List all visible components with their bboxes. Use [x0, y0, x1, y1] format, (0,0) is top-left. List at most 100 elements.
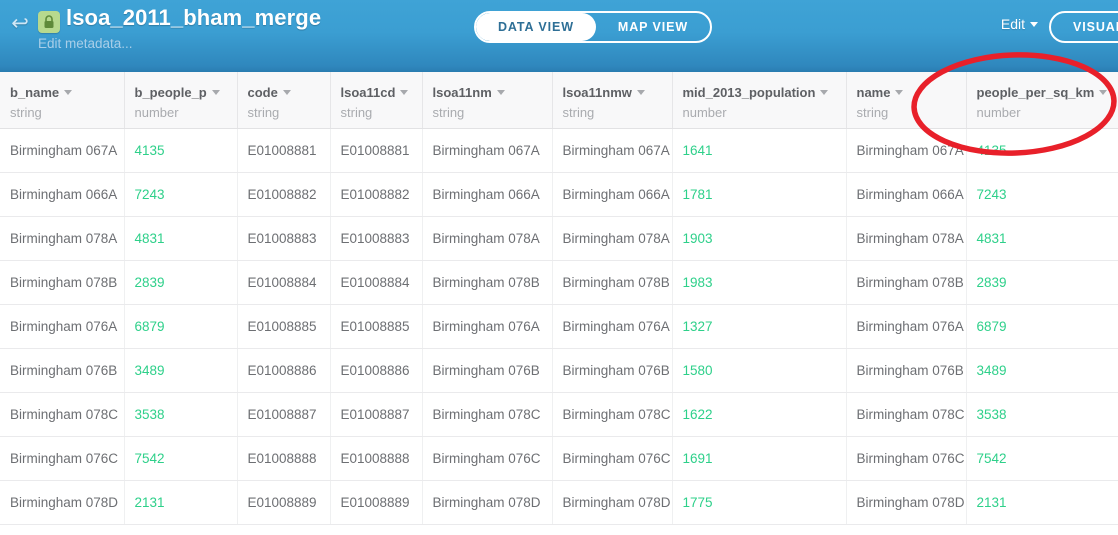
- cell-people_per_sq_km[interactable]: 4135: [966, 128, 1118, 173]
- cell-lsoa11nm[interactable]: Birmingham 078A: [422, 216, 553, 261]
- cell-b_people_p[interactable]: 7243: [124, 172, 238, 217]
- table-row[interactable]: Birmingham 078A 4831 E01008883 E01008883 Bir…: [0, 216, 1118, 261]
- cell-lsoa11nmw[interactable]: Birmingham 076A: [552, 304, 673, 349]
- cell-name[interactable]: Birmingham 067A: [846, 128, 967, 173]
- cell-b_name[interactable]: Birmingham 067A: [0, 128, 125, 173]
- cell-lsoa11cd[interactable]: E01008881: [330, 128, 423, 173]
- cell-lsoa11cd[interactable]: E01008883: [330, 216, 423, 261]
- cell-people_per_sq_km[interactable]: 7542: [966, 436, 1118, 481]
- cell-people_per_sq_km[interactable]: 2839: [966, 260, 1118, 305]
- cell-mid_2013_population[interactable]: 1327: [672, 304, 847, 349]
- cell-lsoa11cd[interactable]: E01008884: [330, 260, 423, 305]
- column-header-lsoa11cd[interactable]: lsoa11cd string: [330, 72, 423, 129]
- cell-b_name[interactable]: Birmingham 076C: [0, 436, 125, 481]
- tab-map-view[interactable]: MAP VIEW: [596, 13, 710, 41]
- cell-b_name[interactable]: Birmingham 066A: [0, 172, 125, 217]
- table-row[interactable]: Birmingham 076A 6879 E01008885 E01008885 Bir…: [0, 304, 1118, 349]
- cell-code[interactable]: E01008881: [237, 128, 331, 173]
- cell-lsoa11nm[interactable]: Birmingham 078D: [422, 480, 553, 525]
- table-row[interactable]: Birmingham 076B 3489 E01008886 E01008886 Bir…: [0, 348, 1118, 393]
- cell-name[interactable]: Birmingham 076B: [846, 348, 967, 393]
- column-header-b_name[interactable]: b_name string: [0, 72, 125, 129]
- table-row[interactable]: Birmingham 067A 4135 E01008881 E01008881 Bir…: [0, 128, 1118, 173]
- cell-lsoa11nm[interactable]: Birmingham 078B: [422, 260, 553, 305]
- cell-mid_2013_population[interactable]: 1775: [672, 480, 847, 525]
- chevron-down-icon[interactable]: [636, 90, 645, 95]
- cell-b_people_p[interactable]: 4135: [124, 128, 238, 173]
- cell-name[interactable]: Birmingham 066A: [846, 172, 967, 217]
- table-row[interactable]: Birmingham 066A 7243 E01008882 E01008882 Bir…: [0, 172, 1118, 217]
- cell-b_people_p[interactable]: 3538: [124, 392, 238, 437]
- tab-data-view[interactable]: DATA VIEW: [476, 13, 596, 41]
- cell-b_people_p[interactable]: 2839: [124, 260, 238, 305]
- cell-b_name[interactable]: Birmingham 076B: [0, 348, 125, 393]
- edit-metadata-link[interactable]: Edit metadata...: [38, 36, 133, 51]
- cell-lsoa11cd[interactable]: E01008889: [330, 480, 423, 525]
- column-header-people_per_sq_km[interactable]: people_per_sq_km number: [966, 72, 1118, 129]
- cell-mid_2013_population[interactable]: 1641: [672, 128, 847, 173]
- cell-lsoa11cd[interactable]: E01008888: [330, 436, 423, 481]
- cell-lsoa11nmw[interactable]: Birmingham 078D: [552, 480, 673, 525]
- chevron-down-icon[interactable]: [211, 90, 220, 95]
- cell-lsoa11nmw[interactable]: Birmingham 078A: [552, 216, 673, 261]
- cell-lsoa11nmw[interactable]: Birmingham 067A: [552, 128, 673, 173]
- cell-lsoa11nmw[interactable]: Birmingham 076B: [552, 348, 673, 393]
- cell-lsoa11nm[interactable]: Birmingham 076C: [422, 436, 553, 481]
- edit-menu-button[interactable]: Edit: [1001, 16, 1038, 32]
- chevron-down-icon[interactable]: [1099, 90, 1108, 95]
- column-header-code[interactable]: code string: [237, 72, 331, 129]
- cell-b_people_p[interactable]: 2131: [124, 480, 238, 525]
- cell-lsoa11nm[interactable]: Birmingham 066A: [422, 172, 553, 217]
- cell-lsoa11cd[interactable]: E01008886: [330, 348, 423, 393]
- cell-name[interactable]: Birmingham 078C: [846, 392, 967, 437]
- chevron-down-icon[interactable]: [282, 90, 291, 95]
- cell-lsoa11cd[interactable]: E01008882: [330, 172, 423, 217]
- cell-name[interactable]: Birmingham 076A: [846, 304, 967, 349]
- cell-code[interactable]: E01008883: [237, 216, 331, 261]
- table-row[interactable]: Birmingham 078D 2131 E01008889 E01008889 Bir…: [0, 480, 1118, 525]
- cell-people_per_sq_km[interactable]: 3538: [966, 392, 1118, 437]
- cell-code[interactable]: E01008889: [237, 480, 331, 525]
- table-row[interactable]: Birmingham 078C 3538 E01008887 E01008887 Bir…: [0, 392, 1118, 437]
- column-header-lsoa11nm[interactable]: lsoa11nm string: [422, 72, 553, 129]
- cell-code[interactable]: E01008887: [237, 392, 331, 437]
- cell-b_people_p[interactable]: 3489: [124, 348, 238, 393]
- chevron-down-icon[interactable]: [64, 90, 73, 95]
- column-header-name[interactable]: name string: [846, 72, 967, 129]
- cell-people_per_sq_km[interactable]: 4831: [966, 216, 1118, 261]
- cell-code[interactable]: E01008886: [237, 348, 331, 393]
- column-header-lsoa11nmw[interactable]: lsoa11nmw string: [552, 72, 673, 129]
- lock-icon[interactable]: [38, 11, 60, 33]
- column-header-b_people_p[interactable]: b_people_p number: [124, 72, 238, 129]
- cell-name[interactable]: Birmingham 078D: [846, 480, 967, 525]
- cell-name[interactable]: Birmingham 078A: [846, 216, 967, 261]
- cell-mid_2013_population[interactable]: 1622: [672, 392, 847, 437]
- cell-people_per_sq_km[interactable]: 3489: [966, 348, 1118, 393]
- cell-b_name[interactable]: Birmingham 078B: [0, 260, 125, 305]
- cell-lsoa11nm[interactable]: Birmingham 078C: [422, 392, 553, 437]
- cell-code[interactable]: E01008882: [237, 172, 331, 217]
- cell-people_per_sq_km[interactable]: 7243: [966, 172, 1118, 217]
- table-row[interactable]: Birmingham 076C 7542 E01008888 E01008888 Bir…: [0, 436, 1118, 481]
- back-arrow-icon[interactable]: ↩: [8, 12, 32, 36]
- cell-name[interactable]: Birmingham 076C: [846, 436, 967, 481]
- cell-lsoa11cd[interactable]: E01008887: [330, 392, 423, 437]
- cell-lsoa11cd[interactable]: E01008885: [330, 304, 423, 349]
- cell-lsoa11nm[interactable]: Birmingham 076A: [422, 304, 553, 349]
- cell-lsoa11nmw[interactable]: Birmingham 076C: [552, 436, 673, 481]
- cell-b_people_p[interactable]: 7542: [124, 436, 238, 481]
- cell-b_people_p[interactable]: 4831: [124, 216, 238, 261]
- cell-mid_2013_population[interactable]: 1781: [672, 172, 847, 217]
- cell-code[interactable]: E01008888: [237, 436, 331, 481]
- cell-mid_2013_population[interactable]: 1903: [672, 216, 847, 261]
- chevron-down-icon[interactable]: [895, 90, 904, 95]
- page-title[interactable]: lsoa_2011_bham_merge: [66, 5, 321, 31]
- cell-lsoa11nmw[interactable]: Birmingham 078C: [552, 392, 673, 437]
- cell-b_name[interactable]: Birmingham 078D: [0, 480, 125, 525]
- cell-mid_2013_population[interactable]: 1580: [672, 348, 847, 393]
- cell-b_name[interactable]: Birmingham 078A: [0, 216, 125, 261]
- cell-people_per_sq_km[interactable]: 2131: [966, 480, 1118, 525]
- cell-lsoa11nm[interactable]: Birmingham 076B: [422, 348, 553, 393]
- column-header-mid_2013_population[interactable]: mid_2013_population number: [672, 72, 847, 129]
- cell-b_people_p[interactable]: 6879: [124, 304, 238, 349]
